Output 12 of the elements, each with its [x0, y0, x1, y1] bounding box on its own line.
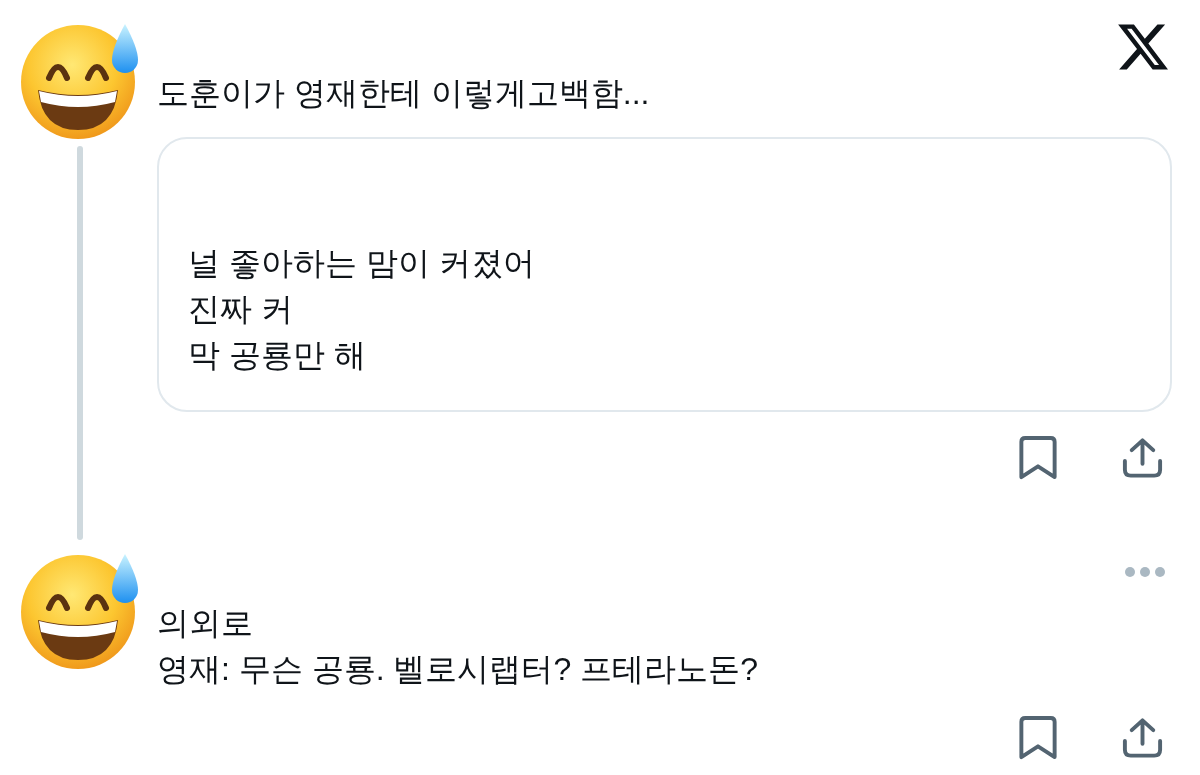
post-text: 의외로 — [157, 604, 254, 643]
x-logo-icon[interactable] — [1118, 22, 1168, 72]
quote-card[interactable]: 널 좋아하는 맘이 커졌어 진짜 커 막 공룡만 해 — [157, 137, 1172, 412]
quote-text: 막 공룡만 해 — [188, 336, 366, 375]
quote-text: 널 좋아하는 맘이 커졌어 — [188, 244, 535, 283]
post-text: 도훈이가 영재한테 이렇게고백함... — [157, 74, 650, 113]
post-text: 영재: 무슨 공룡. 벨로시랩터? 프테라노돈? — [157, 650, 758, 689]
share-icon[interactable] — [1120, 436, 1165, 479]
bookmark-icon[interactable] — [1018, 435, 1058, 480]
share-icon[interactable] — [1120, 716, 1165, 759]
bookmark-icon[interactable] — [1018, 715, 1058, 760]
quote-text: 진짜 커 — [188, 290, 293, 329]
